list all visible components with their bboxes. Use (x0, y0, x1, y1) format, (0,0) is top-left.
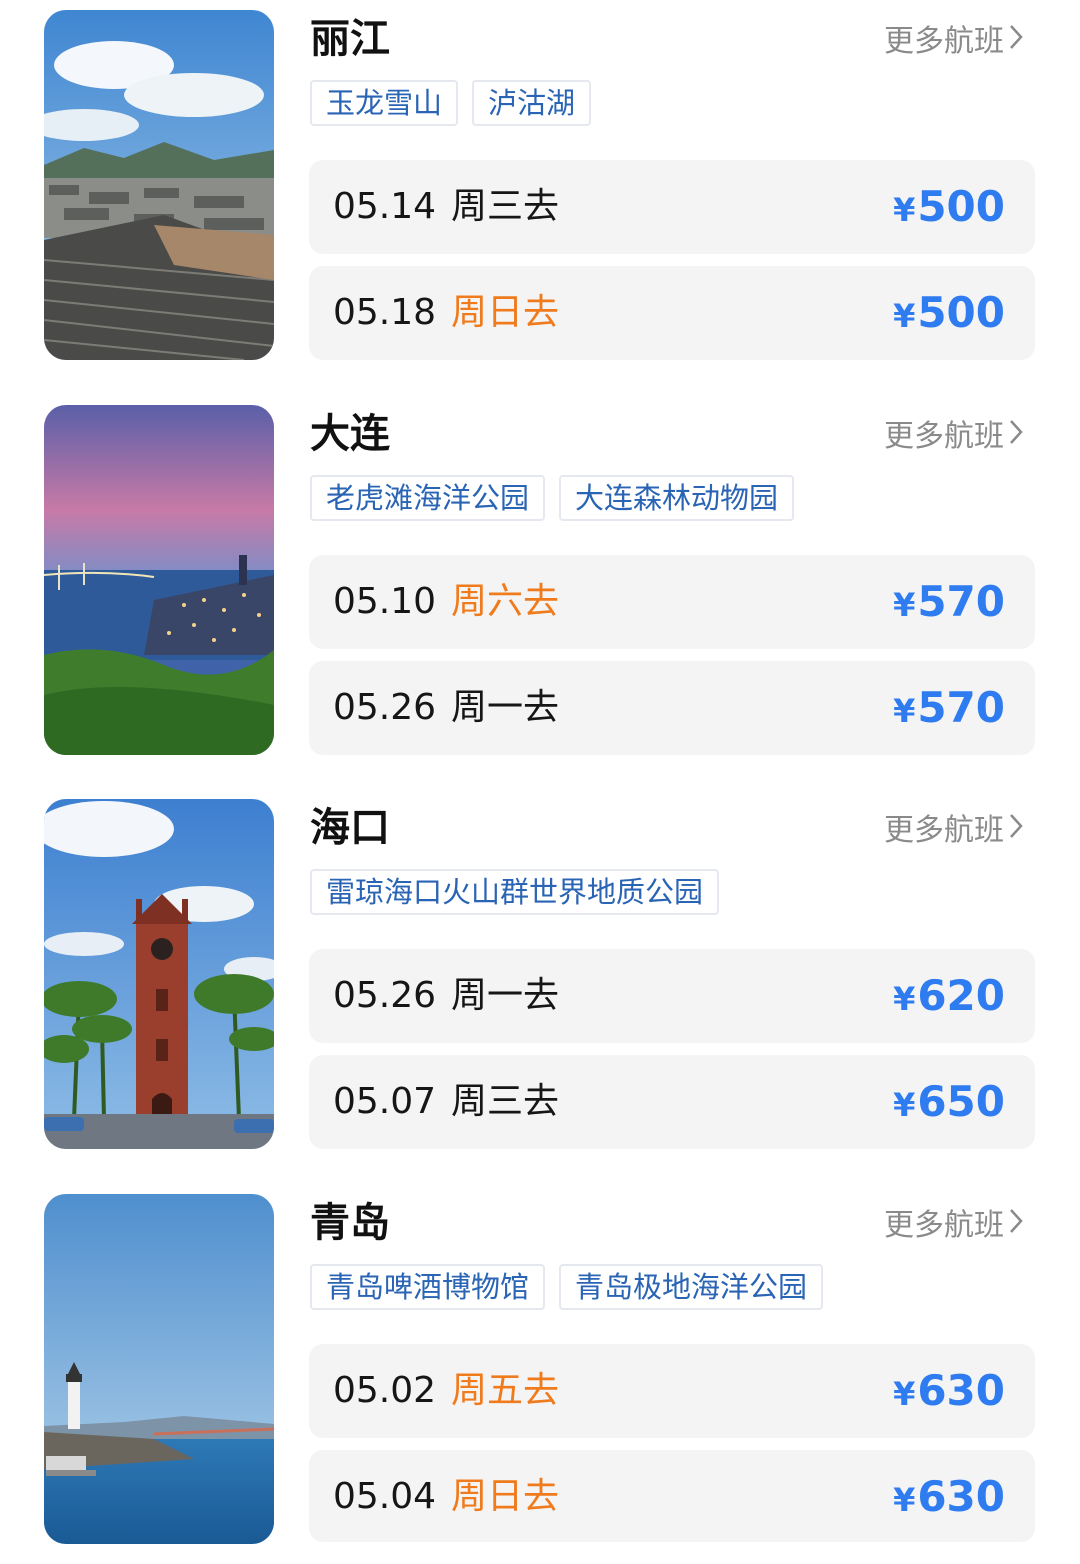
flight-option-row[interactable]: 05.26 周一去 ¥620 (309, 949, 1035, 1043)
attraction-tag[interactable]: 老虎滩海洋公园 (310, 475, 546, 521)
more-flights-label: 更多航班 (884, 24, 1004, 59)
chevron-right-icon (1008, 1206, 1024, 1246)
flight-option-row[interactable]: 05.07 周三去 ¥650 (309, 1055, 1035, 1149)
destination-photo-lijiang[interactable] (44, 10, 274, 360)
attraction-tags: 雷琼海口火山群世界地质公园 (310, 869, 720, 915)
flight-weekday: 周一去 (451, 975, 560, 1016)
price-value: 630 (917, 1366, 1005, 1415)
flight-date: 05.02 (333, 1370, 437, 1411)
more-flights-link[interactable]: 更多航班 (884, 22, 1024, 62)
flight-option-row[interactable]: 05.10 周六去 ¥570 (309, 555, 1035, 649)
flight-date: 05.26 (333, 975, 437, 1016)
qingdao-lighthouse-image (44, 1194, 274, 1544)
haikou-clock-tower-image (44, 799, 274, 1149)
more-flights-link[interactable]: 更多航班 (884, 417, 1024, 457)
more-flights-label: 更多航班 (884, 419, 1004, 454)
price-value: 620 (917, 971, 1005, 1020)
currency-symbol: ¥ (893, 980, 916, 1018)
flight-price: ¥620 (893, 949, 1005, 1046)
flight-option-row[interactable]: 05.26 周一去 ¥570 (309, 661, 1035, 755)
attraction-tag[interactable]: 雷琼海口火山群世界地质公园 (310, 869, 720, 915)
flight-date: 05.10 (333, 581, 437, 622)
flight-price: ¥650 (893, 1055, 1005, 1152)
attraction-tags: 老虎滩海洋公园 大连森林动物园 (310, 475, 795, 521)
price-value: 630 (917, 1472, 1005, 1521)
flight-date: 05.07 (333, 1081, 437, 1122)
city-name: 大连 (310, 411, 390, 457)
city-name: 青岛 (310, 1200, 390, 1246)
destination-card-qingdao[interactable]: 青岛 更多航班 青岛啤酒博物馆 青岛极地海洋公园 05.02 周五去 ¥630 … (0, 1194, 1080, 1546)
destination-photo-dalian[interactable] (44, 405, 274, 755)
price-value: 570 (917, 683, 1005, 732)
chevron-right-icon (1008, 22, 1024, 62)
price-value: 500 (917, 182, 1005, 231)
more-flights-link[interactable]: 更多航班 (884, 1206, 1024, 1246)
attraction-tag[interactable]: 玉龙雪山 (310, 80, 459, 126)
currency-symbol: ¥ (893, 1375, 916, 1413)
destination-card-lijiang[interactable]: 丽江 更多航班 玉龙雪山 泸沽湖 05.14 周三去 ¥500 05.18 周日… (0, 10, 1080, 362)
destination-card-dalian[interactable]: 大连 更多航班 老虎滩海洋公园 大连森林动物园 05.10 周六去 ¥570 0… (0, 405, 1080, 757)
flight-option-row[interactable]: 05.14 周三去 ¥500 (309, 160, 1035, 254)
destination-photo-haikou[interactable] (44, 799, 274, 1149)
destination-card-haikou[interactable]: 海口 更多航班 雷琼海口火山群世界地质公园 05.26 周一去 ¥620 05.… (0, 799, 1080, 1151)
chevron-right-icon (1008, 417, 1024, 457)
flight-option-row[interactable]: 05.18 周日去 ¥500 (309, 266, 1035, 360)
flight-option-row[interactable]: 05.04 周日去 ¥630 (309, 1450, 1035, 1542)
city-name: 丽江 (310, 16, 390, 62)
flight-price: ¥630 (893, 1450, 1005, 1547)
flight-weekday: 周日去 (451, 1476, 560, 1517)
flight-price: ¥570 (893, 661, 1005, 758)
flight-price: ¥500 (893, 160, 1005, 257)
currency-symbol: ¥ (893, 191, 916, 229)
flight-weekday: 周日去 (451, 292, 560, 333)
attraction-tags: 青岛啤酒博物馆 青岛极地海洋公园 (310, 1264, 824, 1310)
chevron-right-icon (1008, 811, 1024, 851)
attraction-tags: 玉龙雪山 泸沽湖 (310, 80, 592, 126)
currency-symbol: ¥ (893, 1481, 916, 1519)
currency-symbol: ¥ (893, 586, 916, 624)
currency-symbol: ¥ (893, 1086, 916, 1124)
dalian-bay-image (44, 405, 274, 755)
destination-flight-list: 丽江 更多航班 玉龙雪山 泸沽湖 05.14 周三去 ¥500 05.18 周日… (0, 0, 1080, 1564)
flight-weekday: 周三去 (451, 186, 560, 227)
destination-photo-qingdao[interactable] (44, 1194, 274, 1544)
flight-option-row[interactable]: 05.02 周五去 ¥630 (309, 1344, 1035, 1438)
flight-weekday: 周三去 (451, 1081, 560, 1122)
flight-date: 05.04 (333, 1476, 437, 1517)
city-name: 海口 (310, 805, 390, 851)
currency-symbol: ¥ (893, 297, 916, 335)
flight-date: 05.14 (333, 186, 437, 227)
more-flights-label: 更多航班 (884, 813, 1004, 848)
flight-date: 05.26 (333, 687, 437, 728)
more-flights-link[interactable]: 更多航班 (884, 811, 1024, 851)
attraction-tag[interactable]: 青岛啤酒博物馆 (310, 1264, 546, 1310)
flight-date: 05.18 (333, 292, 437, 333)
attraction-tag[interactable]: 大连森林动物园 (559, 475, 795, 521)
flight-weekday: 周一去 (451, 687, 560, 728)
price-value: 650 (917, 1077, 1005, 1126)
flight-price: ¥500 (893, 266, 1005, 363)
price-value: 500 (917, 288, 1005, 337)
more-flights-label: 更多航班 (884, 1208, 1004, 1243)
price-value: 570 (917, 577, 1005, 626)
currency-symbol: ¥ (893, 692, 916, 730)
flight-weekday: 周五去 (451, 1370, 560, 1411)
attraction-tag[interactable]: 青岛极地海洋公园 (559, 1264, 824, 1310)
flight-price: ¥570 (893, 555, 1005, 652)
flight-price: ¥630 (893, 1344, 1005, 1441)
attraction-tag[interactable]: 泸沽湖 (472, 80, 592, 126)
lijiang-rooftops-image (44, 10, 274, 360)
flight-weekday: 周六去 (451, 581, 560, 622)
